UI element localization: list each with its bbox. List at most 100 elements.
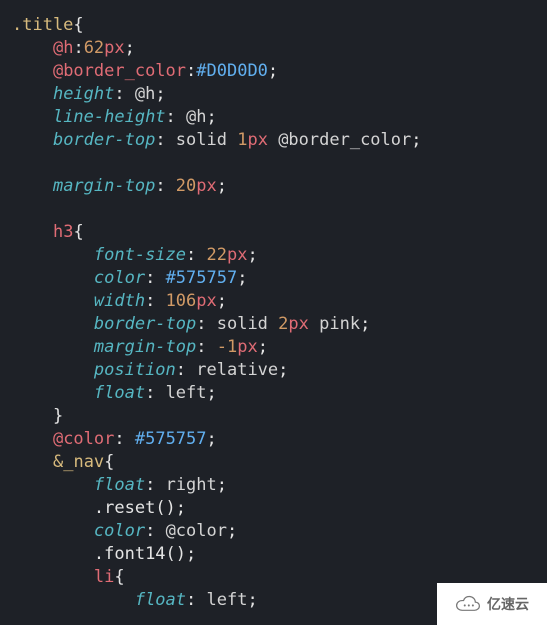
token-tok [12, 61, 53, 81]
token-sel: nav [73, 452, 104, 472]
token-var: @border_color [53, 61, 186, 81]
token-punct: (); [166, 544, 197, 564]
token-tok [12, 291, 94, 311]
token-kw: @border_color [268, 130, 411, 150]
code-line: @color: #575757; [12, 429, 217, 449]
token-tok [12, 268, 94, 288]
code-line: .font14(); [12, 544, 196, 564]
token-punct: ; [217, 176, 227, 196]
token-var: @color [53, 429, 114, 449]
token-amp: & [53, 452, 63, 472]
token-punct: ; [258, 337, 268, 357]
code-line: margin-top: -1px; [12, 337, 268, 357]
token-punct: ; [217, 475, 227, 495]
code-line: @border_color:#D0D0D0; [12, 61, 278, 81]
token-tok [12, 521, 94, 541]
token-mixin: .font14 [94, 544, 166, 564]
token-num: 2 [278, 314, 288, 334]
token-kw: left [166, 383, 207, 403]
token-punct: { [104, 452, 114, 472]
token-punct: ; [207, 383, 217, 403]
token-sel: .title [12, 15, 73, 35]
token-tok [12, 590, 135, 610]
token-prop: margin-top [53, 176, 155, 196]
token-tok [12, 498, 94, 518]
token-kw: @h [186, 107, 206, 127]
token-punct: ; [125, 38, 135, 58]
token-punct: : [166, 107, 186, 127]
token-num: 106 [166, 291, 197, 311]
token-hex: #D0D0D0 [196, 61, 268, 81]
token-num: 62 [84, 38, 104, 58]
code-line: border-top: solid 2px pink; [12, 314, 370, 334]
cloud-icon [455, 594, 481, 615]
token-punct: : [155, 130, 175, 150]
watermark-badge: 亿速云 [437, 583, 547, 625]
token-tok [12, 429, 53, 449]
code-line: margin-top: 20px; [12, 176, 227, 196]
token-tok [12, 544, 94, 564]
token-punct: { [73, 15, 83, 35]
token-prop: float [94, 475, 145, 495]
code-line: .title{ [12, 15, 84, 35]
token-punct: ; [207, 429, 217, 449]
code-line: color: @color; [12, 521, 237, 541]
token-tok [12, 222, 53, 242]
token-punct: : [114, 429, 134, 449]
code-line: float: right; [12, 475, 227, 495]
token-punct: : [186, 245, 206, 265]
token-punct: ; [207, 107, 217, 127]
code-line: border-top: solid 1px @border_color; [12, 130, 422, 150]
token-unit: px [247, 130, 267, 150]
code-editor: .title{ @h:62px; @border_color:#D0D0D0; … [0, 0, 547, 625]
token-punct: : [114, 84, 134, 104]
token-kw: left [207, 590, 248, 610]
token-tok [12, 337, 94, 357]
token-prop: float [135, 590, 186, 610]
token-prop: margin-top [94, 337, 196, 357]
token-tok [12, 245, 94, 265]
token-prop: position [94, 360, 176, 380]
token-tok [12, 567, 94, 587]
token-punct: ; [268, 61, 278, 81]
token-prop: height [53, 84, 114, 104]
token-prop: width [94, 291, 145, 311]
code-line: &_nav{ [12, 452, 114, 472]
token-punct: { [73, 222, 83, 242]
token-tok [12, 406, 53, 426]
token-tok [12, 314, 94, 334]
token-tok [12, 383, 94, 403]
token-num: 22 [207, 245, 227, 265]
token-tok [12, 130, 53, 150]
token-kw: @color [166, 521, 227, 541]
token-prop: border-top [53, 130, 155, 150]
token-var: @h [53, 38, 73, 58]
code-line: @h:62px; [12, 38, 135, 58]
token-punct: : [145, 268, 165, 288]
token-tok [12, 360, 94, 380]
code-line: .reset(); [12, 498, 186, 518]
token-punct: ; [227, 521, 237, 541]
token-prop: line-height [53, 107, 166, 127]
token-punct: : [145, 521, 165, 541]
token-punct: : [155, 176, 175, 196]
token-kw: solid [176, 130, 237, 150]
code-line: h3{ [12, 222, 84, 242]
code-line: color: #575757; [12, 268, 247, 288]
token-hex: #575757 [135, 429, 207, 449]
token-num: -1 [217, 337, 237, 357]
token-kw: pink [309, 314, 360, 334]
token-hex: #575757 [166, 268, 238, 288]
token-punct: } [53, 406, 63, 426]
token-unit: px [104, 38, 124, 58]
token-prop: float [94, 383, 145, 403]
token-punct: (); [155, 498, 186, 518]
code-line: } [12, 406, 63, 426]
token-punct: : [145, 383, 165, 403]
code-line: li{ [12, 567, 125, 587]
token-punct: : [196, 337, 216, 357]
token-prop: border-top [94, 314, 196, 334]
token-punct: : [145, 475, 165, 495]
token-punct: ; [247, 590, 257, 610]
token-tok [12, 452, 53, 472]
